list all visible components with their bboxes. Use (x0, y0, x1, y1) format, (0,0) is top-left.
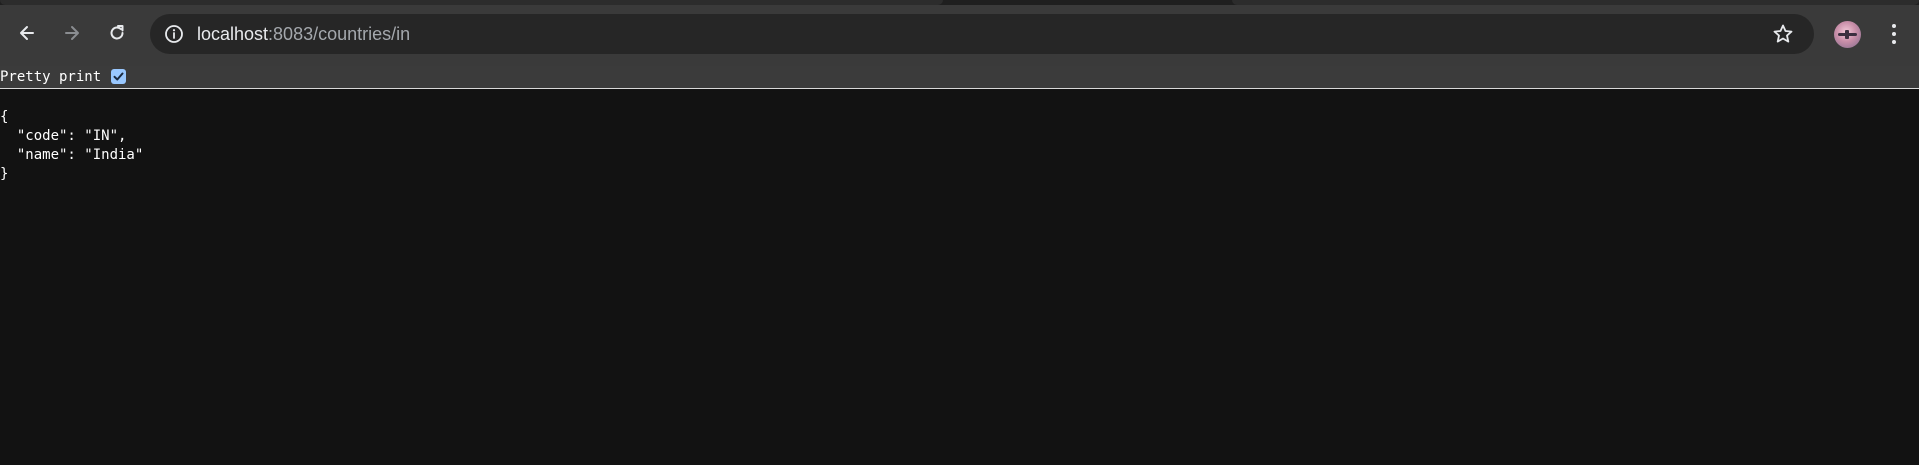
menu-dot (1892, 40, 1896, 44)
checkmark-icon (113, 72, 124, 81)
url-path: :8083/countries/in (268, 24, 411, 44)
avatar-plane-wing (1845, 30, 1849, 39)
json-line: } (0, 166, 9, 182)
back-button[interactable] (14, 20, 40, 46)
json-content: { "code": "IN", "name": "India" } (0, 108, 143, 184)
pretty-print-label: Pretty print (0, 69, 102, 85)
arrow-right-icon (65, 26, 79, 40)
json-line: { (0, 109, 9, 125)
arrow-left-icon (20, 26, 34, 40)
url-text[interactable]: localhost:8083/countries/in (197, 24, 410, 44)
pretty-print-bar: Pretty print (0, 66, 1919, 89)
info-icon[interactable] (163, 23, 185, 45)
kebab-menu-icon[interactable] (1883, 21, 1905, 47)
browser-toolbar: localhost:8083/countries/in (0, 5, 1919, 66)
reload-icon (110, 25, 124, 40)
reload-button[interactable] (104, 20, 130, 46)
star-icon[interactable] (1771, 22, 1795, 46)
url-host: localhost (197, 24, 269, 44)
pretty-print-checkbox[interactable] (111, 69, 126, 84)
menu-dot (1892, 24, 1896, 28)
avatar[interactable] (1834, 21, 1861, 48)
forward-button[interactable] (59, 20, 85, 46)
json-line: "code": "IN", (0, 128, 127, 144)
json-line: "name": "India" (0, 147, 144, 163)
menu-dot (1892, 32, 1896, 36)
address-bar[interactable]: localhost:8083/countries/in (150, 14, 1814, 54)
